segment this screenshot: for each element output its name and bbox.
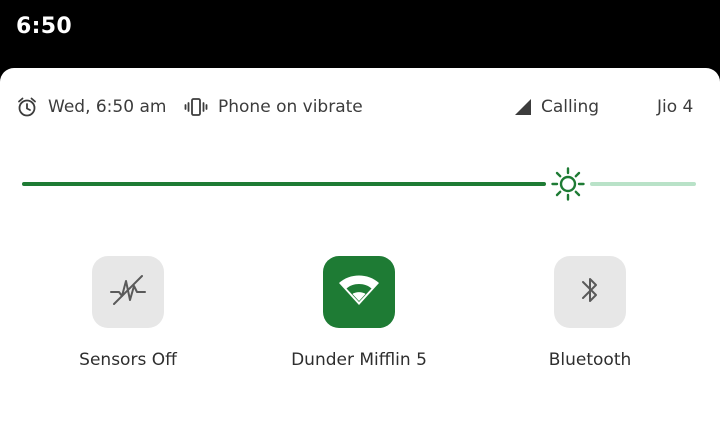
brightness-thumb[interactable] xyxy=(550,166,586,202)
tile-label: Sensors Off xyxy=(79,350,177,370)
brightness-slider[interactable] xyxy=(22,166,696,202)
alarm-clock-icon xyxy=(16,96,38,118)
alarm-text: Wed, 6:50 am xyxy=(48,97,167,117)
calling-info: Calling xyxy=(513,94,599,120)
quick-settings-info-row: Wed, 6:50 am Phone on vibrate Calling Ji… xyxy=(0,94,720,120)
tile-label: Dunder Mifflin 5 xyxy=(291,350,427,370)
quick-settings-tiles: Sensors Off Dunder Mifflin 5 Bluetooth xyxy=(0,256,720,386)
tile-bluetooth[interactable]: Bluetooth xyxy=(480,256,700,386)
calling-text: Calling xyxy=(541,97,600,117)
wifi-icon xyxy=(337,272,381,312)
brightness-track-inactive xyxy=(590,182,696,186)
carrier-text: Jio 4 xyxy=(657,97,694,117)
cell-signal-icon xyxy=(513,98,533,116)
sensors-off-icon xyxy=(108,270,148,314)
tile-wifi[interactable]: Dunder Mifflin 5 xyxy=(249,256,469,386)
alarm-info[interactable]: Wed, 6:50 am xyxy=(16,94,166,120)
tile-sensors-off[interactable]: Sensors Off xyxy=(18,256,238,386)
bluetooth-icon xyxy=(575,272,605,312)
ringer-mode-info[interactable]: Phone on vibrate xyxy=(184,94,363,120)
brightness-sun-icon xyxy=(550,167,586,206)
brightness-track-active xyxy=(22,182,546,186)
vibrate-text: Phone on vibrate xyxy=(218,97,363,117)
status-clock: 6:50 xyxy=(16,14,72,39)
carrier-name: Jio 4 xyxy=(657,94,693,120)
wifi-button[interactable] xyxy=(323,256,395,328)
tile-label: Bluetooth xyxy=(548,350,632,370)
vibrate-icon xyxy=(184,96,208,118)
status-bar: 6:50 xyxy=(0,0,720,68)
quick-settings-panel: Wed, 6:50 am Phone on vibrate Calling Ji… xyxy=(0,68,720,425)
bluetooth-button[interactable] xyxy=(554,256,626,328)
sensors-off-button[interactable] xyxy=(92,256,164,328)
